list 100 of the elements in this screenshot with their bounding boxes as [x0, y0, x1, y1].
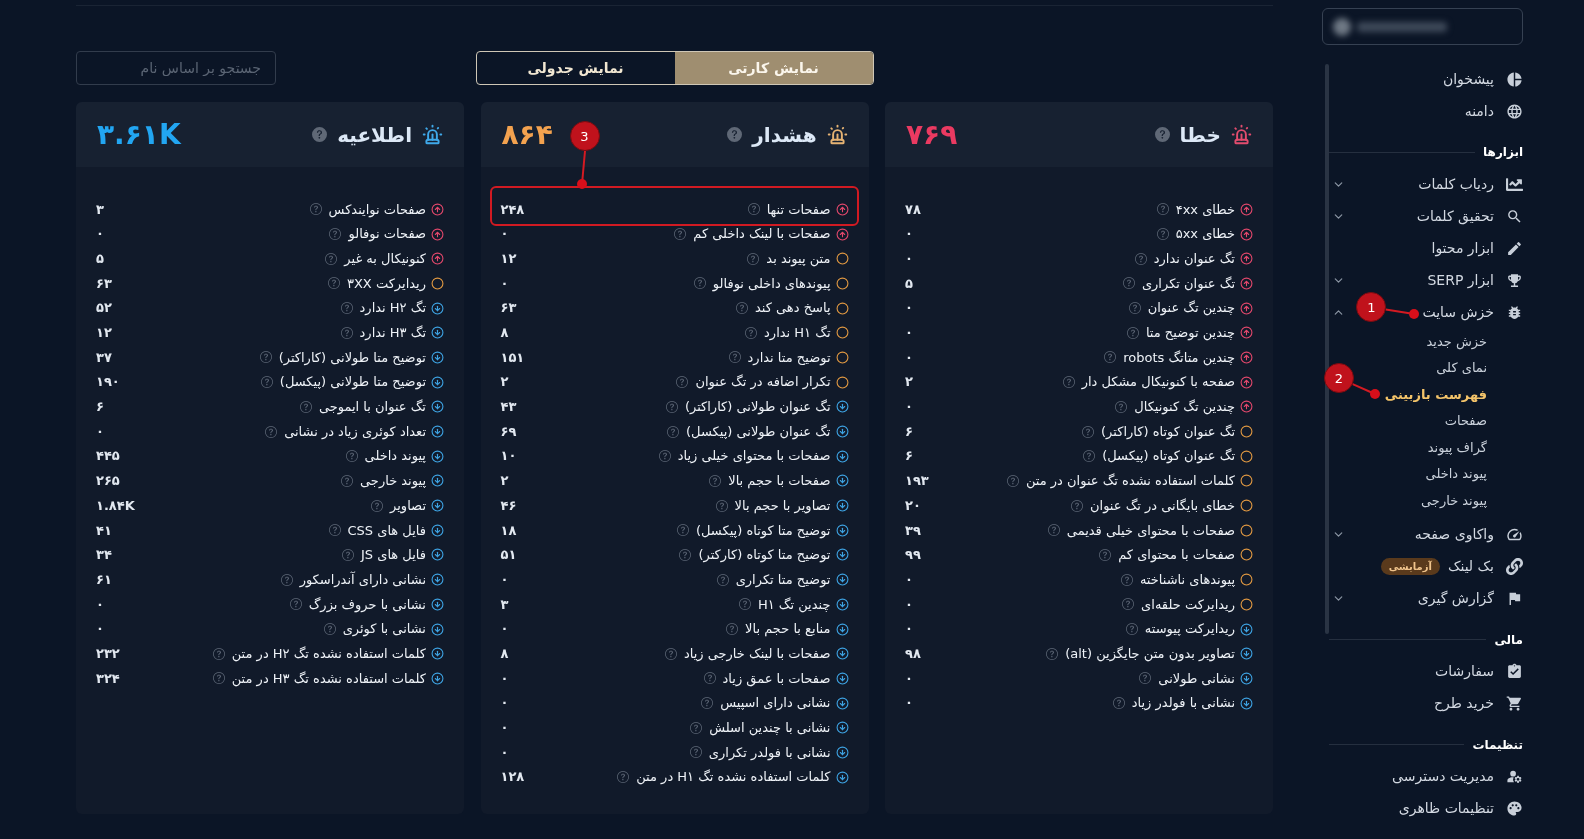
help-icon[interactable] — [1125, 623, 1138, 636]
help-icon[interactable] — [325, 252, 338, 265]
help-icon[interactable] — [1070, 499, 1083, 512]
help-icon[interactable] — [1122, 277, 1135, 290]
help-icon[interactable] — [676, 376, 689, 389]
nav-item[interactable]: ابزار محتوا — [1431, 237, 1523, 259]
help-icon[interactable] — [703, 672, 716, 685]
help-icon[interactable] — [689, 746, 702, 759]
nav-subitem[interactable]: گراف پیوند — [1427, 437, 1487, 457]
help-icon[interactable] — [340, 302, 353, 315]
nav-subitem[interactable]: فهرست بازبینی — [1384, 384, 1487, 404]
nav-subitem[interactable]: خزش جدید — [1426, 331, 1487, 351]
nav-item[interactable]: مدیریت دسترسی — [1392, 766, 1523, 787]
nav-item[interactable]: سفارشات — [1435, 661, 1523, 682]
nav-item[interactable]: خزش سایت — [1422, 301, 1523, 323]
help-icon[interactable] — [289, 598, 302, 611]
nav-item[interactable]: پیشخوان — [1442, 68, 1523, 90]
help-icon[interactable] — [1156, 203, 1169, 216]
help-icon[interactable] — [1104, 351, 1117, 364]
search-field[interactable]: جستجو بر اساس نام — [76, 51, 276, 85]
help-icon[interactable] — [329, 228, 342, 241]
help-icon[interactable] — [341, 474, 353, 487]
help-icon[interactable] — [728, 351, 741, 364]
help-icon[interactable] — [1134, 252, 1147, 265]
help-icon[interactable] — [747, 252, 760, 265]
help-icon[interactable] — [323, 623, 336, 636]
help-icon[interactable] — [299, 400, 312, 413]
help-icon[interactable] — [1082, 425, 1095, 438]
help-icon[interactable] — [726, 623, 739, 636]
help-icon[interactable] — [259, 351, 272, 364]
help-icon[interactable] — [709, 474, 722, 487]
help-icon[interactable] — [260, 376, 273, 389]
help-icon[interactable] — [665, 400, 678, 413]
help-icon[interactable] — [679, 548, 692, 561]
help-icon[interactable] — [280, 573, 293, 586]
issue-label: نشانی با فولدر تکراری — [708, 743, 831, 763]
nav-subitem[interactable]: پیوند داخلی — [1425, 464, 1487, 484]
help-icon[interactable] — [342, 548, 354, 561]
view-toggle-button[interactable]: نمایش جدولی — [476, 52, 675, 84]
help-icon[interactable] — [1139, 672, 1152, 685]
arrow-down-circle-icon — [835, 499, 849, 513]
help-icon[interactable] — [1122, 598, 1135, 611]
help-icon[interactable] — [747, 203, 760, 216]
help-icon[interactable] — [1156, 228, 1169, 241]
help-icon[interactable] — [1112, 697, 1125, 710]
help-icon[interactable] — [701, 697, 714, 710]
nav-item[interactable]: دامنه — [1464, 100, 1523, 122]
card-title: اطلاعیه — [337, 121, 412, 149]
help-icon[interactable] — [1128, 302, 1141, 315]
nav-item[interactable]: بک لینک آزمایشی — [1380, 556, 1523, 577]
issue-count: ۰ — [500, 570, 509, 589]
nav-item[interactable]: ابزار SERP — [1427, 269, 1523, 291]
help-icon[interactable] — [693, 277, 706, 290]
help-icon[interactable] — [340, 326, 353, 339]
nav-item[interactable]: واکاوی صفحه — [1414, 524, 1523, 545]
help-icon[interactable] — [328, 524, 341, 537]
help-icon[interactable] — [664, 647, 677, 660]
help-icon[interactable] — [1099, 548, 1112, 561]
arrow-down-circle-icon — [835, 573, 849, 587]
issue-count: ۰ — [905, 570, 913, 589]
help-icon[interactable] — [716, 573, 729, 586]
help-icon[interactable] — [1120, 573, 1133, 586]
help-icon[interactable] — [309, 203, 322, 216]
help-icon[interactable] — [735, 302, 748, 315]
help-icon[interactable] — [1006, 474, 1019, 487]
nav-subitem[interactable]: نمای کلی — [1436, 358, 1487, 378]
help-icon[interactable] — [727, 127, 743, 142]
site-select-field[interactable] — [1322, 8, 1523, 45]
help-icon[interactable] — [738, 598, 751, 611]
help-icon[interactable] — [1115, 400, 1128, 413]
help-icon[interactable] — [312, 127, 328, 142]
nav-item[interactable]: گزارش گیری — [1417, 588, 1523, 609]
nav-item[interactable]: ردیاب کلمات — [1418, 173, 1523, 195]
help-icon[interactable] — [676, 524, 689, 537]
nav-subitem[interactable]: پیوند خارجی — [1421, 490, 1487, 510]
help-icon[interactable] — [212, 672, 225, 685]
nav-item[interactable]: تحقیق کلمات — [1416, 205, 1523, 227]
help-icon[interactable] — [1126, 326, 1139, 339]
help-icon[interactable] — [715, 499, 728, 512]
help-icon[interactable] — [1046, 647, 1059, 660]
nav-item[interactable]: تنظیمات ظاهری — [1398, 798, 1523, 819]
help-icon[interactable] — [345, 450, 358, 463]
nav-item[interactable]: خرید طرح — [1434, 693, 1523, 714]
issue-count: ۰ — [500, 620, 509, 639]
help-icon[interactable] — [328, 277, 340, 290]
help-icon[interactable] — [371, 499, 384, 512]
help-icon[interactable] — [265, 425, 278, 438]
help-icon[interactable] — [1062, 376, 1075, 389]
nav-subitem[interactable]: صفحات — [1444, 411, 1487, 431]
help-icon[interactable] — [667, 425, 680, 438]
help-icon[interactable] — [1047, 524, 1060, 537]
help-icon[interactable] — [1154, 127, 1170, 142]
help-icon[interactable] — [1083, 450, 1096, 463]
help-icon[interactable] — [674, 228, 687, 241]
help-icon[interactable] — [212, 647, 225, 660]
help-icon[interactable] — [690, 721, 703, 734]
issue-label: تگ عنوان تکراری — [1141, 274, 1235, 294]
help-icon[interactable] — [617, 771, 630, 784]
help-icon[interactable] — [658, 450, 671, 463]
help-icon[interactable] — [745, 326, 758, 339]
